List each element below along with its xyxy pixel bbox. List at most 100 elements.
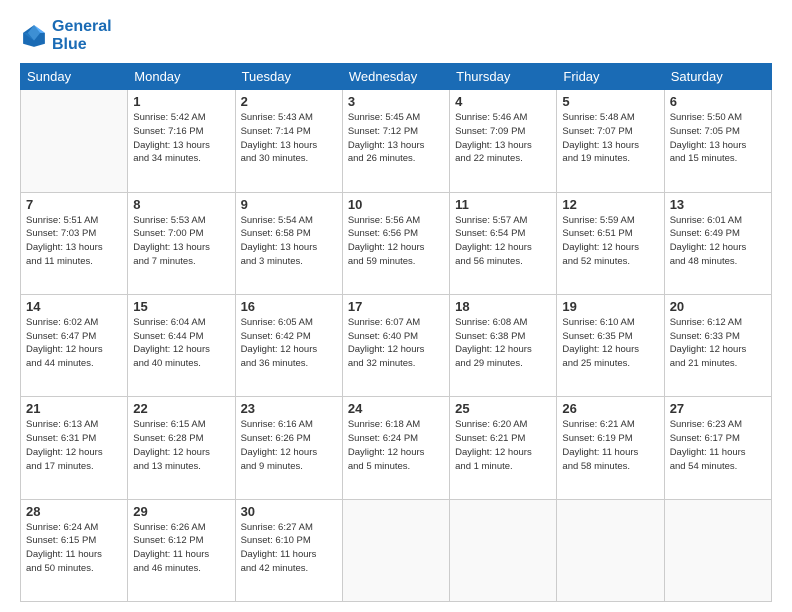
day-number: 23 <box>241 401 337 416</box>
day-number: 6 <box>670 94 766 109</box>
day-number: 12 <box>562 197 658 212</box>
calendar-cell: 4 Sunrise: 5:46 AMSunset: 7:09 PMDaylight… <box>450 90 557 192</box>
calendar-cell: 27 Sunrise: 6:23 AMSunset: 6:17 PMDayligh… <box>664 397 771 499</box>
day-info: Sunrise: 6:23 AMSunset: 6:17 PMDaylight:… <box>670 418 766 473</box>
calendar-cell: 1Sunrise: 5:42 AMSunset: 7:16 PMDaylight… <box>128 90 235 192</box>
day-number: 8 <box>133 197 229 212</box>
day-number: 28 <box>26 504 122 519</box>
calendar-cell: 24 Sunrise: 6:18 AMSunset: 6:24 PMDayligh… <box>342 397 449 499</box>
weekday-header-sunday: Sunday <box>21 64 128 90</box>
day-info: Sunrise: 6:20 AMSunset: 6:21 PMDaylight:… <box>455 418 551 473</box>
day-number: 14 <box>26 299 122 314</box>
day-info: Sunrise: 6:07 AMSunset: 6:40 PMDaylight:… <box>348 316 444 371</box>
calendar-cell: 8 Sunrise: 5:53 AMSunset: 7:00 PMDaylight… <box>128 192 235 294</box>
calendar-cell: 5 Sunrise: 5:48 AMSunset: 7:07 PMDaylight… <box>557 90 664 192</box>
weekday-header-row: SundayMondayTuesdayWednesdayThursdayFrid… <box>21 64 772 90</box>
day-number: 11 <box>455 197 551 212</box>
day-info: Sunrise: 5:46 AMSunset: 7:09 PMDaylight:… <box>455 111 551 166</box>
calendar-cell: 17 Sunrise: 6:07 AMSunset: 6:40 PMDayligh… <box>342 294 449 396</box>
logo-text: General Blue <box>52 18 112 53</box>
day-number: 13 <box>670 197 766 212</box>
day-number: 17 <box>348 299 444 314</box>
day-info: Sunrise: 5:57 AMSunset: 6:54 PMDaylight:… <box>455 214 551 269</box>
calendar-cell: 6Sunrise: 5:50 AMSunset: 7:05 PMDaylight… <box>664 90 771 192</box>
calendar-cell <box>557 499 664 601</box>
calendar-cell: 11 Sunrise: 5:57 AMSunset: 6:54 PMDayligh… <box>450 192 557 294</box>
day-info: Sunrise: 6:15 AMSunset: 6:28 PMDaylight:… <box>133 418 229 473</box>
day-number: 27 <box>670 401 766 416</box>
calendar-cell: 25 Sunrise: 6:20 AMSunset: 6:21 PMDayligh… <box>450 397 557 499</box>
day-number: 30 <box>241 504 337 519</box>
day-number: 26 <box>562 401 658 416</box>
day-info: Sunrise: 6:18 AMSunset: 6:24 PMDaylight:… <box>348 418 444 473</box>
calendar-cell: 10 Sunrise: 5:56 AMSunset: 6:56 PMDayligh… <box>342 192 449 294</box>
calendar-cell: 30 Sunrise: 6:27 AMSunset: 6:10 PMDayligh… <box>235 499 342 601</box>
calendar-cell: 2 Sunrise: 5:43 AMSunset: 7:14 PMDaylight… <box>235 90 342 192</box>
day-info: Sunrise: 6:10 AMSunset: 6:35 PMDaylight:… <box>562 316 658 371</box>
calendar-cell: 15 Sunrise: 6:04 AMSunset: 6:44 PMDayligh… <box>128 294 235 396</box>
calendar-week-1: 1Sunrise: 5:42 AMSunset: 7:16 PMDaylight… <box>21 90 772 192</box>
day-number: 5 <box>562 94 658 109</box>
day-info: Sunrise: 6:13 AMSunset: 6:31 PMDaylight:… <box>26 418 122 473</box>
day-info: Sunrise: 6:16 AMSunset: 6:26 PMDaylight:… <box>241 418 337 473</box>
calendar-cell: 14 Sunrise: 6:02 AMSunset: 6:47 PMDayligh… <box>21 294 128 396</box>
day-number: 20 <box>670 299 766 314</box>
day-number: 3 <box>348 94 444 109</box>
calendar-week-3: 14 Sunrise: 6:02 AMSunset: 6:47 PMDayligh… <box>21 294 772 396</box>
calendar-cell <box>450 499 557 601</box>
day-number: 25 <box>455 401 551 416</box>
day-number: 16 <box>241 299 337 314</box>
day-info: Sunrise: 5:59 AMSunset: 6:51 PMDaylight:… <box>562 214 658 269</box>
day-number: 9 <box>241 197 337 212</box>
calendar-cell: 19 Sunrise: 6:10 AMSunset: 6:35 PMDayligh… <box>557 294 664 396</box>
calendar-cell: 12 Sunrise: 5:59 AMSunset: 6:51 PMDayligh… <box>557 192 664 294</box>
day-info: Sunrise: 5:54 AMSunset: 6:58 PMDaylight:… <box>241 214 337 269</box>
day-number: 4 <box>455 94 551 109</box>
weekday-header-thursday: Thursday <box>450 64 557 90</box>
day-info: Sunrise: 5:48 AMSunset: 7:07 PMDaylight:… <box>562 111 658 166</box>
calendar-cell: 9 Sunrise: 5:54 AMSunset: 6:58 PMDaylight… <box>235 192 342 294</box>
calendar-cell: 23 Sunrise: 6:16 AMSunset: 6:26 PMDayligh… <box>235 397 342 499</box>
day-info: Sunrise: 5:45 AMSunset: 7:12 PMDaylight:… <box>348 111 444 166</box>
day-info: Sunrise: 5:53 AMSunset: 7:00 PMDaylight:… <box>133 214 229 269</box>
day-info: Sunrise: 6:27 AMSunset: 6:10 PMDaylight:… <box>241 521 337 576</box>
day-number: 22 <box>133 401 229 416</box>
weekday-header-monday: Monday <box>128 64 235 90</box>
day-info: Sunrise: 6:26 AMSunset: 6:12 PMDaylight:… <box>133 521 229 576</box>
weekday-header-tuesday: Tuesday <box>235 64 342 90</box>
page: General Blue SundayMondayTuesdayWednesda… <box>0 0 792 612</box>
calendar-cell <box>342 499 449 601</box>
day-number: 1 <box>133 94 229 109</box>
day-number: 15 <box>133 299 229 314</box>
calendar-cell <box>664 499 771 601</box>
day-info: Sunrise: 5:51 AMSunset: 7:03 PMDaylight:… <box>26 214 122 269</box>
logo-icon <box>20 22 48 50</box>
logo: General Blue <box>20 18 112 53</box>
weekday-header-wednesday: Wednesday <box>342 64 449 90</box>
day-number: 29 <box>133 504 229 519</box>
calendar-cell: 7Sunrise: 5:51 AMSunset: 7:03 PMDaylight… <box>21 192 128 294</box>
calendar-week-4: 21 Sunrise: 6:13 AMSunset: 6:31 PMDayligh… <box>21 397 772 499</box>
calendar-cell: 13Sunrise: 6:01 AMSunset: 6:49 PMDayligh… <box>664 192 771 294</box>
calendar-cell: 16Sunrise: 6:05 AMSunset: 6:42 PMDayligh… <box>235 294 342 396</box>
day-number: 24 <box>348 401 444 416</box>
calendar-table: SundayMondayTuesdayWednesdayThursdayFrid… <box>20 63 772 602</box>
calendar-cell: 26Sunrise: 6:21 AMSunset: 6:19 PMDayligh… <box>557 397 664 499</box>
day-number: 19 <box>562 299 658 314</box>
day-number: 21 <box>26 401 122 416</box>
day-info: Sunrise: 5:56 AMSunset: 6:56 PMDaylight:… <box>348 214 444 269</box>
calendar-cell: 20 Sunrise: 6:12 AMSunset: 6:33 PMDayligh… <box>664 294 771 396</box>
day-info: Sunrise: 6:12 AMSunset: 6:33 PMDaylight:… <box>670 316 766 371</box>
day-info: Sunrise: 6:04 AMSunset: 6:44 PMDaylight:… <box>133 316 229 371</box>
weekday-header-friday: Friday <box>557 64 664 90</box>
day-number: 2 <box>241 94 337 109</box>
calendar-cell: 29 Sunrise: 6:26 AMSunset: 6:12 PMDayligh… <box>128 499 235 601</box>
day-info: Sunrise: 6:24 AMSunset: 6:15 PMDaylight:… <box>26 521 122 576</box>
day-info: Sunrise: 6:02 AMSunset: 6:47 PMDaylight:… <box>26 316 122 371</box>
calendar-cell: 28 Sunrise: 6:24 AMSunset: 6:15 PMDayligh… <box>21 499 128 601</box>
calendar-week-2: 7Sunrise: 5:51 AMSunset: 7:03 PMDaylight… <box>21 192 772 294</box>
calendar-cell: 3 Sunrise: 5:45 AMSunset: 7:12 PMDaylight… <box>342 90 449 192</box>
day-number: 10 <box>348 197 444 212</box>
day-info: Sunrise: 5:43 AMSunset: 7:14 PMDaylight:… <box>241 111 337 166</box>
calendar-week-5: 28 Sunrise: 6:24 AMSunset: 6:15 PMDayligh… <box>21 499 772 601</box>
